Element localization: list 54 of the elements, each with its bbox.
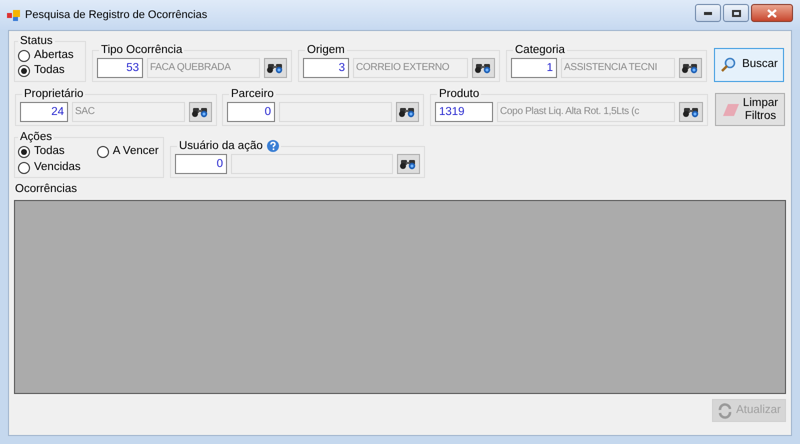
- binoculars-icon: [398, 106, 416, 118]
- radio-option[interactable]: Vencidas: [18, 160, 81, 175]
- code-field[interactable]: 3: [303, 58, 349, 78]
- search-lookup-button[interactable]: [264, 58, 287, 78]
- search-lookup-button[interactable]: [396, 154, 420, 174]
- binoculars-icon: [474, 62, 492, 74]
- binoculars-icon: [266, 62, 284, 74]
- group-label: Origem: [307, 43, 345, 57]
- radio-option[interactable]: Todas: [18, 63, 82, 78]
- group-label: Produto: [439, 87, 480, 101]
- search-lookup-button[interactable]: [472, 58, 495, 78]
- radio-option[interactable]: Todas: [18, 144, 81, 159]
- binoculars-icon: [681, 62, 700, 74]
- search-button[interactable]: Buscar: [714, 48, 784, 82]
- radio-option[interactable]: A Vencer: [96, 144, 159, 159]
- eraser-icon: [722, 102, 740, 116]
- code-field[interactable]: 0: [227, 102, 275, 122]
- code-field[interactable]: 0: [175, 154, 227, 174]
- group-label: Categoria: [515, 43, 565, 57]
- minimize-icon: [704, 12, 712, 14]
- maximize-icon: [732, 10, 740, 16]
- maximize-button[interactable]: [723, 4, 749, 22]
- clear-filters-button[interactable]: Limpar Filtros: [715, 93, 785, 126]
- search-lookup-button[interactable]: [679, 102, 703, 122]
- search-lookup-button[interactable]: [188, 102, 212, 122]
- description-field: Copo Plast Liq. Alta Rot. 1,5Lts (c: [497, 102, 676, 122]
- window-title: Pesquisa de Registro de Ocorrências: [25, 8, 208, 23]
- group-label: Parceiro: [231, 87, 274, 101]
- search-lookup-button[interactable]: [396, 102, 419, 122]
- code-field[interactable]: 24: [20, 102, 68, 122]
- section-label: Ocorrências: [15, 182, 78, 196]
- group-label: Status: [19, 34, 54, 48]
- code-field[interactable]: 53: [97, 58, 143, 78]
- binoculars-icon: [191, 106, 210, 118]
- radio-option[interactable]: Abertas: [18, 48, 82, 63]
- search-icon: [720, 57, 736, 73]
- close-button[interactable]: [751, 4, 793, 22]
- group-label: Tipo Ocorrência: [101, 43, 182, 57]
- code-field[interactable]: 1: [511, 58, 557, 78]
- app-icon: [7, 8, 21, 22]
- group-label: Usuário da ação: [179, 139, 263, 153]
- refresh-icon: [717, 402, 734, 418]
- description-field: ASSISTENCIA TECNI: [561, 58, 675, 78]
- group-label: Proprietário: [24, 87, 84, 101]
- description-field: SAC: [72, 102, 185, 122]
- code-field[interactable]: 1319: [435, 102, 493, 122]
- minimize-button[interactable]: [695, 4, 721, 22]
- binoculars-icon: [399, 158, 418, 170]
- binoculars-icon: [682, 106, 700, 118]
- description-field: CORREIO EXTERNO: [353, 58, 468, 78]
- description-field: FACA QUEBRADA: [147, 58, 260, 78]
- group-label: Ações: [19, 130, 53, 144]
- search-lookup-button[interactable]: [678, 58, 702, 78]
- close-icon: [767, 8, 777, 18]
